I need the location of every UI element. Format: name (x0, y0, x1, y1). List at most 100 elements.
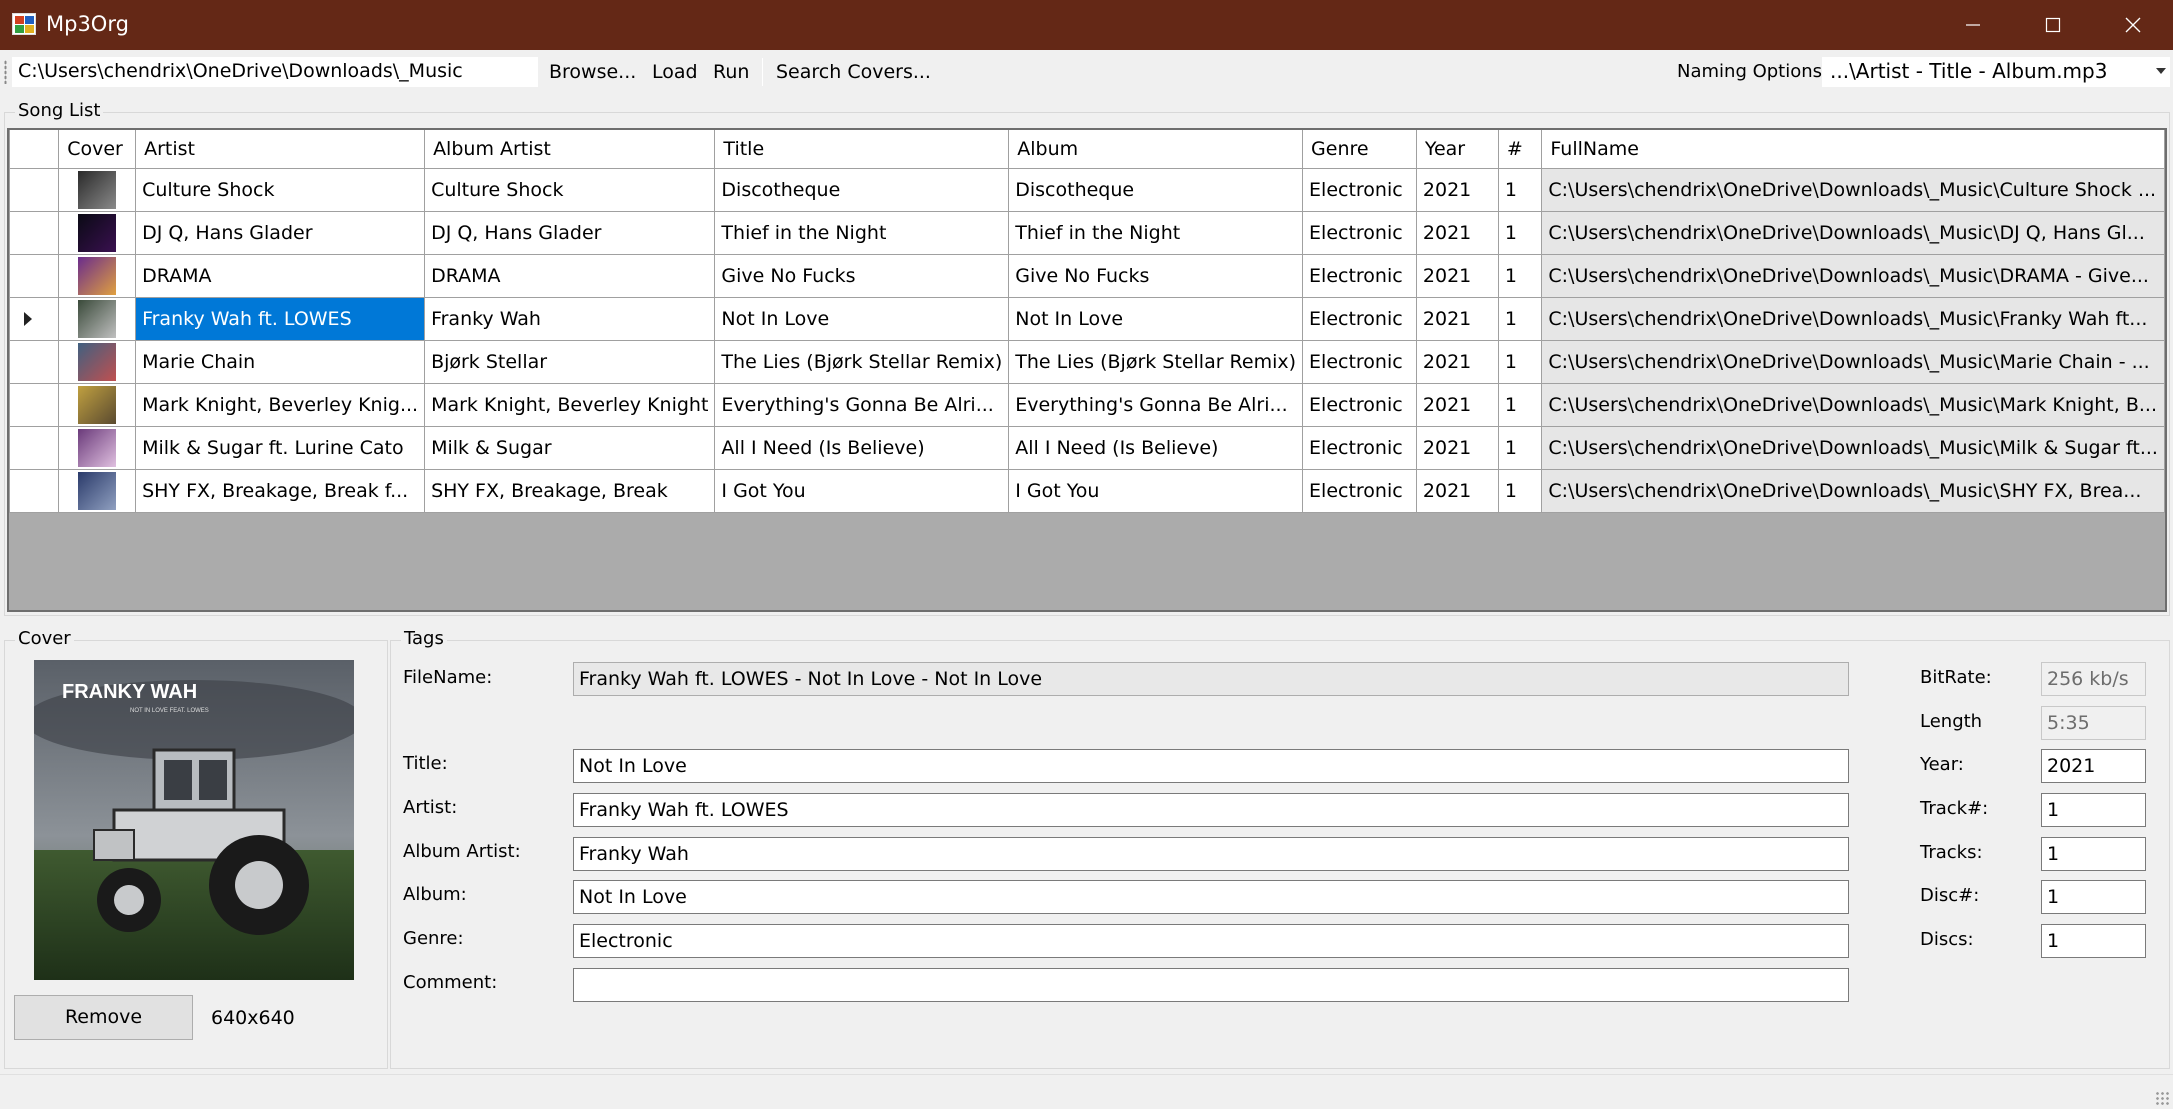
table-row[interactable]: Mark Knight, Beverley Knig... Mark Knight… (9, 382, 2165, 427)
folder-path-input[interactable]: C:\Users\chendrix\OneDrive\Downloads\_Mu… (12, 57, 538, 87)
cover-cell[interactable] (58, 468, 137, 513)
cell-artist[interactable]: DRAMA (135, 253, 426, 298)
column-header-album-artist[interactable]: Album Artist (424, 130, 716, 169)
row-header[interactable] (9, 382, 60, 427)
cell-title[interactable]: All I Need (Is Believe) (714, 425, 1010, 470)
cover-cell[interactable] (58, 382, 137, 427)
cell-artist[interactable]: Mark Knight, Beverley Knig... (135, 382, 426, 427)
disc-number-field[interactable]: 1 (2041, 880, 2146, 914)
row-header[interactable] (9, 425, 60, 470)
cover-cell[interactable] (58, 296, 137, 341)
filename-field[interactable]: Franky Wah ft. LOWES - Not In Love - Not… (573, 662, 1849, 696)
title-field[interactable]: Not In Love (573, 749, 1849, 783)
cell-fullname[interactable]: C:\Users\chendrix\OneDrive\Downloads\_Mu… (1541, 296, 2165, 341)
cell-year[interactable]: 2021 (1415, 253, 1499, 298)
row-header[interactable] (9, 296, 60, 341)
column-header-title[interactable]: Title (714, 130, 1010, 169)
cell-fullname[interactable]: C:\Users\chendrix\OneDrive\Downloads\_Mu… (1541, 382, 2165, 427)
comment-field[interactable] (573, 968, 1849, 1002)
cell-artist[interactable]: Franky Wah ft. LOWES (135, 296, 426, 341)
cell-genre[interactable]: Electronic (1302, 425, 1417, 470)
cell-title[interactable]: Thief in the Night (714, 210, 1010, 255)
table-row[interactable]: Culture Shock Culture Shock Discotheque Dis… (9, 167, 2165, 212)
cell-fullname[interactable]: C:\Users\chendrix\OneDrive\Downloads\_Mu… (1541, 253, 2165, 298)
search-covers-button[interactable]: Search Covers... (776, 57, 931, 87)
cover-cell[interactable] (58, 339, 137, 384)
year-field[interactable]: 2021 (2041, 749, 2146, 783)
cell-album[interactable]: All I Need (Is Believe) (1008, 425, 1304, 470)
table-row[interactable]: DRAMA DRAMA Give No Fucks Give No Fucks Elec… (9, 253, 2165, 298)
cell-genre[interactable]: Electronic (1302, 210, 1417, 255)
album-field[interactable]: Not In Love (573, 880, 1849, 914)
genre-field[interactable]: Electronic (573, 924, 1849, 958)
close-button[interactable] (2093, 0, 2173, 50)
discs-field[interactable]: 1 (2041, 924, 2146, 958)
cell-artist[interactable]: Marie Chain (135, 339, 426, 384)
cell-artist[interactable]: Milk & Sugar ft. Lurine Cato (135, 425, 426, 470)
cell-album-artist[interactable]: SHY FX, Breakage, Break (424, 468, 716, 513)
cell-year[interactable]: 2021 (1415, 382, 1499, 427)
table-row[interactable]: Franky Wah ft. LOWES Franky Wah Not In Lov… (9, 296, 2165, 341)
column-header-album[interactable]: Album (1008, 130, 1304, 169)
artist-field[interactable]: Franky Wah ft. LOWES (573, 793, 1849, 827)
cell-title[interactable]: The Lies (Bjørk Stellar Remix) (714, 339, 1010, 384)
cover-cell[interactable] (58, 425, 137, 470)
cell-fullname[interactable]: C:\Users\chendrix\OneDrive\Downloads\_Mu… (1541, 468, 2165, 513)
resize-grip-icon[interactable] (2155, 1091, 2169, 1105)
table-row[interactable]: Milk & Sugar ft. Lurine Cato Milk & Sugar… (9, 425, 2165, 470)
cell-album[interactable]: Everything's Gonna Be Alri... (1008, 382, 1304, 427)
browse-button[interactable]: Browse... (549, 57, 636, 87)
row-header[interactable] (9, 339, 60, 384)
column-header-year[interactable]: Year (1415, 130, 1499, 169)
cell-album[interactable]: Discotheque (1008, 167, 1304, 212)
cell-genre[interactable]: Electronic (1302, 296, 1417, 341)
cell-title[interactable]: Everything's Gonna Be Alri... (714, 382, 1010, 427)
row-header[interactable] (9, 468, 60, 513)
cell-genre[interactable]: Electronic (1302, 167, 1417, 212)
cell-album-artist[interactable]: DJ Q, Hans Glader (424, 210, 716, 255)
column-header-artist[interactable]: Artist (135, 130, 426, 169)
cell-album[interactable]: The Lies (Bjørk Stellar Remix) (1008, 339, 1304, 384)
cell-fullname[interactable]: C:\Users\chendrix\OneDrive\Downloads\_Mu… (1541, 339, 2165, 384)
cell-artist[interactable]: SHY FX, Breakage, Break f... (135, 468, 426, 513)
cell-year[interactable]: 2021 (1415, 167, 1499, 212)
row-header[interactable] (9, 253, 60, 298)
cell-track-number[interactable]: 1 (1497, 253, 1543, 298)
cell-track-number[interactable]: 1 (1497, 210, 1543, 255)
cell-genre[interactable]: Electronic (1302, 468, 1417, 513)
minimize-button[interactable] (1933, 0, 2013, 50)
cell-year[interactable]: 2021 (1415, 425, 1499, 470)
cell-title[interactable]: Give No Fucks (714, 253, 1010, 298)
cell-track-number[interactable]: 1 (1497, 468, 1543, 513)
tracks-field[interactable]: 1 (2041, 837, 2146, 871)
table-row[interactable]: SHY FX, Breakage, Break f... SHY FX, Brea… (9, 468, 2165, 513)
cell-title[interactable]: Not In Love (714, 296, 1010, 341)
table-row[interactable]: DJ Q, Hans Glader DJ Q, Hans Glader Thief … (9, 210, 2165, 255)
toolbar-grip[interactable] (4, 60, 7, 84)
table-row[interactable]: Marie Chain Bjørk Stellar The Lies (Bjørk … (9, 339, 2165, 384)
cell-year[interactable]: 2021 (1415, 296, 1499, 341)
cell-title[interactable]: Discotheque (714, 167, 1010, 212)
title-bar[interactable]: Mp3Org (0, 0, 2173, 50)
cell-fullname[interactable]: C:\Users\chendrix\OneDrive\Downloads\_Mu… (1541, 210, 2165, 255)
cell-album[interactable]: I Got You (1008, 468, 1304, 513)
cell-genre[interactable]: Electronic (1302, 253, 1417, 298)
naming-options-dropdown[interactable]: ...\Artist - Title - Album.mp3 (1822, 57, 2170, 87)
cell-album-artist[interactable]: Franky Wah (424, 296, 716, 341)
cell-track-number[interactable]: 1 (1497, 425, 1543, 470)
cell-album[interactable]: Thief in the Night (1008, 210, 1304, 255)
maximize-button[interactable] (2013, 0, 2093, 50)
cover-cell[interactable] (58, 167, 137, 212)
cell-album-artist[interactable]: Bjørk Stellar (424, 339, 716, 384)
cover-cell[interactable] (58, 253, 137, 298)
row-header[interactable] (9, 210, 60, 255)
cell-album-artist[interactable]: Culture Shock (424, 167, 716, 212)
album-artist-field[interactable]: Franky Wah (573, 837, 1849, 871)
remove-cover-button[interactable]: Remove (14, 995, 193, 1040)
cell-year[interactable]: 2021 (1415, 210, 1499, 255)
column-header-cover[interactable]: Cover (58, 130, 137, 169)
cell-album[interactable]: Not In Love (1008, 296, 1304, 341)
cell-track-number[interactable]: 1 (1497, 382, 1543, 427)
cell-album-artist[interactable]: Milk & Sugar (424, 425, 716, 470)
cell-genre[interactable]: Electronic (1302, 382, 1417, 427)
